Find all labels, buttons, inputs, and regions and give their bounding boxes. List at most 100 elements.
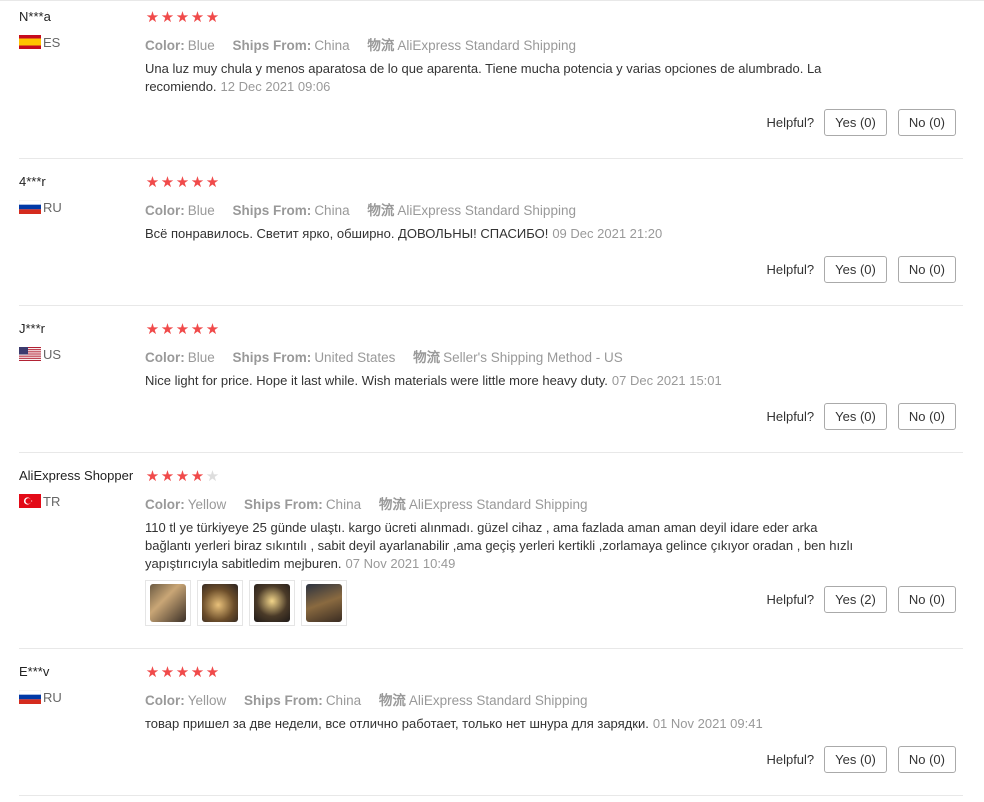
star-rating: ★ ★ ★ ★ ★ [145, 469, 220, 484]
logistics-label: 物流 [367, 203, 395, 218]
review-photo-thumbnail[interactable] [197, 580, 243, 626]
top-border [0, 0, 984, 1]
star-icon: ★ [160, 321, 175, 338]
star-rating: ★ ★ ★ ★ ★ [145, 175, 220, 190]
helpful-label: Helpful? [766, 115, 815, 130]
star-icon: ★ [205, 174, 220, 191]
helpful-no-button[interactable]: No (0) [897, 746, 956, 773]
country-code: RU [43, 199, 62, 215]
review-item: J***r US ★ ★ ★ ★ ★ Color: Blue Ships From: Uni… [19, 321, 963, 441]
reviewer-name: N***a [19, 9, 51, 24]
color-label: Color: [145, 693, 185, 708]
review-divider [19, 795, 963, 796]
color-value: Blue [187, 38, 215, 53]
country-code: RU [43, 689, 62, 705]
review-photo-thumbnail[interactable] [301, 580, 347, 626]
reviewer-country: ES [19, 35, 60, 50]
logistics-value: AliExpress Standard Shipping [397, 38, 576, 53]
star-icon: ★ [175, 468, 190, 485]
ships-from-value: China [325, 497, 362, 512]
star-rating: ★ ★ ★ ★ ★ [145, 322, 220, 337]
review-divider [19, 158, 963, 159]
helpful-yes-button[interactable]: Yes (0) [824, 746, 887, 773]
helpful-no-button[interactable]: No (0) [897, 109, 956, 136]
ships-from-label: Ships From: [232, 203, 312, 218]
color-value: Blue [187, 203, 215, 218]
star-icon: ★ [160, 468, 175, 485]
review-divider [19, 452, 963, 453]
helpful-no-button[interactable]: No (0) [897, 586, 956, 613]
star-icon: ★ [175, 321, 190, 338]
star-icon: ★ [175, 664, 190, 681]
ships-from-value: China [314, 38, 350, 53]
review-item: AliExpress Shopper TR ★ ★ ★ ★ ★ Color: Yellow… [19, 468, 963, 638]
ships-from-value: United States [314, 350, 396, 365]
helpful-controls: Helpful? Yes (2) No (0) [766, 586, 956, 613]
helpful-controls: Helpful? Yes (0) No (0) [766, 746, 956, 773]
helpful-label: Helpful? [766, 409, 815, 424]
logistics-value: AliExpress Standard Shipping [408, 693, 588, 708]
review-photo-thumbnail[interactable] [145, 580, 191, 626]
review-date: 07 Nov 2021 10:49 [345, 556, 456, 571]
helpful-yes-button[interactable]: Yes (0) [824, 109, 887, 136]
star-icon: ★ [190, 664, 205, 681]
review-body: 110 tl ye türkiyeye 25 günde ulaştı. kar… [145, 520, 854, 571]
logistics-value: AliExpress Standard Shipping [408, 497, 588, 512]
ships-from-value: China [314, 203, 350, 218]
helpful-yes-button[interactable]: Yes (2) [824, 586, 887, 613]
reviewer-name: AliExpress Shopper [19, 468, 134, 483]
reviewer-name: 4***r [19, 174, 46, 189]
helpful-no-button[interactable]: No (0) [897, 256, 956, 283]
review-sku-info: Color: Yellow Ships From: China 物流 AliExpre… [145, 493, 601, 513]
helpful-yes-button[interactable]: Yes (0) [824, 256, 887, 283]
review-date: 09 Dec 2021 21:20 [552, 226, 663, 241]
helpful-label: Helpful? [766, 262, 815, 277]
helpful-controls: Helpful? Yes (0) No (0) [766, 256, 956, 283]
flag-es-icon [19, 35, 41, 49]
color-label: Color: [145, 203, 185, 218]
logistics-label: 物流 [413, 350, 441, 365]
review-date: 12 Dec 2021 09:06 [220, 79, 331, 94]
ships-from-label: Ships From: [244, 497, 323, 512]
star-icon: ★ [145, 468, 160, 485]
review-divider [19, 648, 963, 649]
color-label: Color: [145, 350, 185, 365]
star-icon: ★ [175, 9, 190, 26]
review-body: Nice light for price. Hope it last while… [145, 373, 608, 388]
helpful-controls: Helpful? Yes (0) No (0) [766, 403, 956, 430]
flag-us-icon [19, 347, 41, 361]
reviewer-name: J***r [19, 321, 46, 336]
ships-from-label: Ships From: [232, 350, 312, 365]
helpful-label: Helpful? [766, 592, 815, 607]
color-value: Yellow [187, 693, 227, 708]
ships-from-value: China [325, 693, 362, 708]
helpful-no-button[interactable]: No (0) [897, 403, 956, 430]
country-code: TR [43, 493, 61, 509]
logistics-label: 物流 [378, 693, 406, 708]
reviewer-country: TR [19, 493, 61, 509]
star-icon: ★ [160, 174, 175, 191]
star-icon: ★ [205, 9, 220, 26]
star-icon: ★ [175, 174, 190, 191]
logistics-label: 物流 [367, 38, 395, 53]
helpful-yes-button[interactable]: Yes (0) [824, 403, 887, 430]
review-item: E***v RU ★ ★ ★ ★ ★ Color: Yellow Ships From: C… [18, 664, 963, 784]
star-empty-icon: ★ [205, 468, 220, 485]
review-body: Всё понравилось. Светит ярко, обширно. Д… [145, 226, 549, 241]
star-icon: ★ [205, 321, 220, 338]
review-photo-thumbnail[interactable] [249, 580, 295, 626]
review-text: Nice light for price. Hope it last while… [145, 372, 865, 390]
flag-ru-icon [18, 689, 42, 705]
star-icon: ★ [190, 468, 205, 485]
star-icon: ★ [190, 321, 205, 338]
ships-from-label: Ships From: [244, 693, 323, 708]
star-icon: ★ [190, 174, 205, 191]
logistics-value: AliExpress Standard Shipping [397, 203, 576, 218]
star-icon: ★ [145, 321, 160, 338]
star-rating: ★ ★ ★ ★ ★ [145, 665, 220, 680]
review-photos [145, 580, 347, 626]
review-date: 07 Dec 2021 15:01 [611, 373, 722, 388]
flag-ru-icon [18, 199, 42, 215]
star-icon: ★ [160, 664, 175, 681]
color-label: Color: [145, 38, 185, 53]
